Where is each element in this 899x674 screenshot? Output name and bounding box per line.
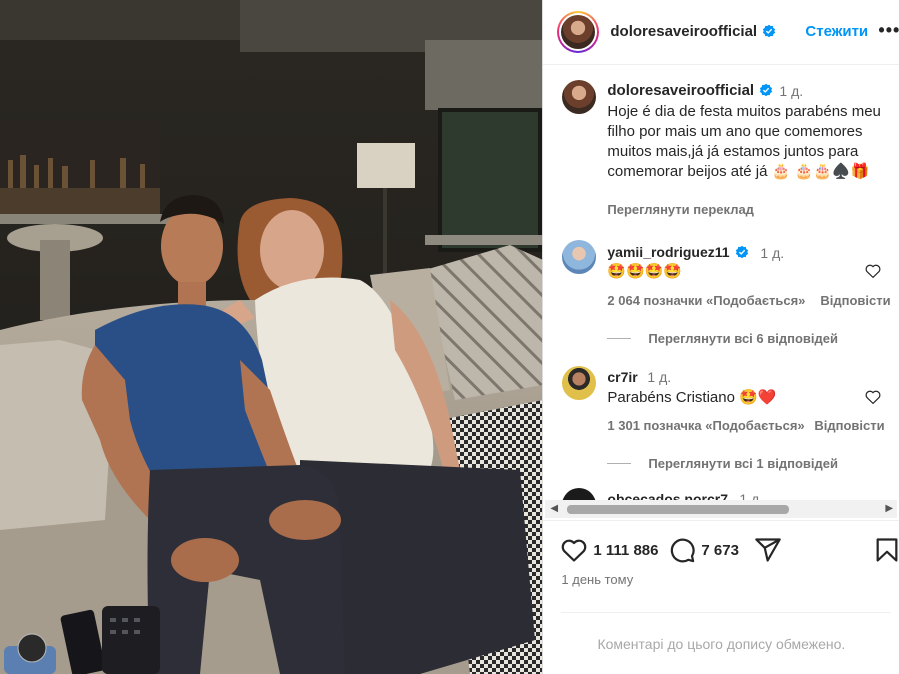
comment-text: Parabéns Cristiano 🤩❤️ — [607, 389, 777, 406]
caption-avatar[interactable] — [562, 80, 597, 114]
replies-divider — [607, 338, 632, 339]
comment-icon[interactable] — [668, 536, 696, 564]
comment-3-clip: obcecados.porcr7 1 д. — [543, 488, 899, 500]
comment-avatar[interactable] — [562, 366, 597, 400]
header-username-text[interactable]: doloresaveiroofficial — [610, 23, 757, 40]
reply-button[interactable]: Відповісти — [820, 293, 890, 308]
share-icon[interactable] — [754, 536, 782, 564]
comment-like-heart-icon[interactable] — [864, 388, 882, 406]
comment-like-heart-icon[interactable] — [864, 262, 882, 280]
follow-button[interactable]: Стежити — [805, 23, 868, 40]
comment-avatar[interactable] — [562, 240, 597, 274]
posted-time[interactable]: 1 день тому — [561, 572, 633, 587]
actions-divider — [543, 520, 899, 521]
scroll-right-arrow-icon[interactable]: ▶ — [885, 503, 893, 514]
view-replies-link[interactable]: Переглянути всі 6 відповідей — [648, 331, 838, 346]
comment-text: 🤩🤩🤩🤩 — [607, 263, 683, 280]
header-username[interactable]: doloresaveiroofficial — [610, 23, 776, 40]
comments-count[interactable]: 7 673 — [701, 542, 739, 559]
verified-badge-icon — [759, 83, 773, 97]
caption-username-text[interactable]: doloresaveiroofficial — [607, 82, 754, 99]
likes-count[interactable]: 1 111 886 — [593, 542, 658, 559]
comments-limit-divider — [561, 612, 892, 613]
verified-badge-icon — [735, 245, 748, 259]
see-translation-link[interactable]: Переглянути переклад — [607, 202, 754, 217]
comment-likes-count[interactable]: 2 064 позначки «Подобається» — [607, 293, 805, 308]
comment-username-text[interactable]: cr7ir — [607, 369, 637, 385]
comment-likes-count[interactable]: 1 301 позначка «Подобається» — [607, 418, 804, 433]
caption-text: Hoje é dia de festa muitos parabéns meu … — [607, 103, 881, 180]
replies-divider — [607, 463, 632, 464]
comments-limited-notice: Коментарі до цього допису обмежено. — [597, 636, 846, 652]
like-heart-icon[interactable] — [560, 536, 588, 564]
post-header: doloresaveiroofficial Стежити ••• — [543, 0, 899, 65]
bookmark-icon[interactable] — [873, 536, 899, 564]
comment-time[interactable]: 1 д. — [647, 369, 671, 385]
comments-horizontal-scrollbar[interactable]: ◀ ▶ — [545, 500, 898, 518]
comment-username[interactable]: obcecados.porcr7 — [607, 491, 728, 500]
comment-username-text[interactable]: yamii_rodriguez11 — [607, 244, 729, 260]
scroll-left-arrow-icon[interactable]: ◀ — [550, 503, 558, 514]
comment-username[interactable]: yamii_rodriguez11 — [607, 244, 748, 260]
comment-username[interactable]: cr7ir — [607, 369, 637, 385]
caption-time[interactable]: 1 д. — [779, 83, 803, 99]
more-options-icon[interactable]: ••• — [878, 20, 899, 41]
verified-badge-icon — [762, 24, 776, 38]
reply-button[interactable]: Відповісти — [814, 418, 884, 433]
comment-avatar[interactable] — [562, 488, 597, 500]
scrollbar-thumb[interactable] — [567, 505, 790, 514]
comment-time[interactable]: 1 д. — [739, 491, 763, 500]
story-avatar[interactable] — [557, 11, 600, 53]
view-replies-link[interactable]: Переглянути всі 1 відповідей — [648, 456, 838, 471]
comment-time[interactable]: 1 д. — [760, 245, 784, 261]
post-side-panel: doloresaveiroofficial Стежити ••• dolore… — [542, 0, 899, 674]
post-photo[interactable] — [0, 0, 543, 674]
caption-username[interactable]: doloresaveiroofficial — [607, 82, 773, 99]
